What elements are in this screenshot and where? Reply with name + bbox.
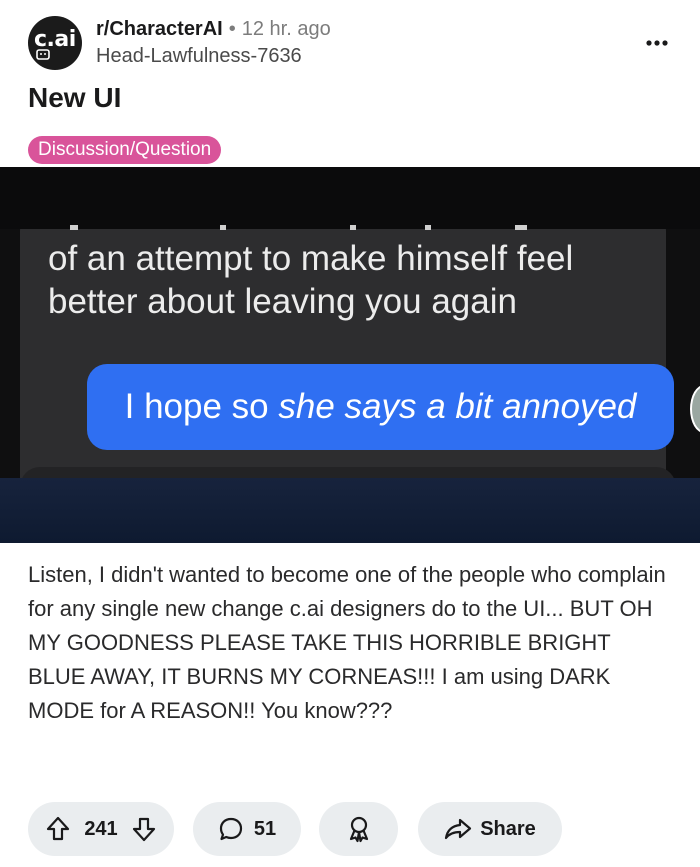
share-button[interactable]: Share: [418, 802, 562, 856]
vote-control: 241: [28, 802, 174, 856]
upvote-button[interactable]: [46, 816, 70, 842]
comments-button[interactable]: 51: [193, 802, 301, 856]
comment-count: 51: [253, 817, 277, 840]
upvote-count: 241: [84, 817, 118, 840]
user-message-text: I hope so she says a bit annoyed: [87, 364, 674, 450]
post-flair[interactable]: Discussion/Question: [28, 136, 222, 164]
downvote-arrow-icon: [132, 817, 155, 842]
more-options-icon: [646, 40, 668, 46]
post-page: c.ai r/CharacterAI • 12 hr. ago Head-Lawfu…: [0, 0, 700, 867]
share-arrow-icon: [445, 818, 472, 840]
user-message-italic: she says a bit annoyed: [278, 387, 637, 426]
post-author[interactable]: Head-Lawfulness-7636: [96, 45, 302, 68]
ai-message-line: of an attempt to make himself feel: [48, 239, 574, 278]
downvote-button[interactable]: [132, 816, 156, 842]
post-meta-line: r/CharacterAI • 12 hr. ago: [96, 18, 331, 41]
meta-separator: •: [228, 18, 236, 40]
post-image[interactable]: of an attempt to make himself feel bette…: [0, 167, 700, 543]
image-bottom-band: [0, 478, 700, 543]
cropped-text-fragments: [70, 225, 527, 230]
user-message-bubble: I hope so she says a bit annoyed: [87, 364, 674, 450]
ai-message-text: of an attempt to make himself feel bette…: [48, 237, 658, 323]
post-body: Listen, I didn't wanted to become one of…: [28, 562, 666, 723]
cropped-text-band: [0, 187, 700, 229]
post-title[interactable]: New UI: [28, 82, 121, 114]
avatar-face-icon: [36, 49, 50, 60]
user-message-plain: I hope so: [124, 387, 269, 426]
award-icon: [349, 816, 368, 843]
comment-bubble-icon: [219, 817, 242, 841]
post-time: 12 hr. ago: [241, 18, 331, 40]
upvote-arrow-icon: [47, 816, 70, 841]
subreddit-name[interactable]: r/CharacterAI: [96, 18, 223, 40]
post-header: c.ai r/CharacterAI • 12 hr. ago Head-Lawfu…: [0, 0, 700, 80]
post-action-bar: 241 51 Share: [0, 802, 700, 858]
share-label: Share: [480, 817, 536, 840]
more-options-button[interactable]: [640, 28, 674, 58]
subreddit-avatar[interactable]: c.ai: [28, 16, 82, 70]
award-button[interactable]: [319, 802, 398, 856]
user-avatar: [690, 385, 700, 433]
ai-message-line: better about leaving you again: [48, 282, 517, 321]
